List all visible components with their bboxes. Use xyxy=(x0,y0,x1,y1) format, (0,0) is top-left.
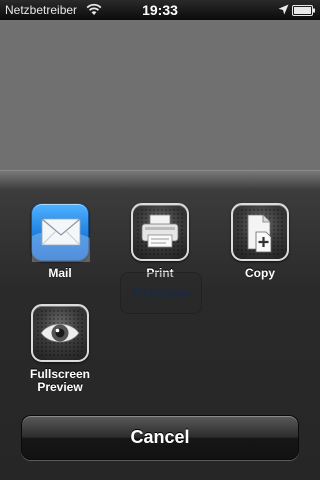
status-bar: Netzbetreiber 19:33 xyxy=(0,0,320,20)
preview-button[interactable]: Preview xyxy=(120,272,202,314)
copy-action[interactable]: Copy xyxy=(220,203,300,280)
printer-icon xyxy=(131,203,189,261)
fullscreen-preview-action[interactable]: Fullscreen Preview xyxy=(20,304,100,394)
mail-action[interactable]: Mail xyxy=(20,203,100,280)
fullscreen-preview-label: Fullscreen Preview xyxy=(29,367,91,394)
dimmed-background xyxy=(0,20,320,170)
eye-icon xyxy=(31,304,89,362)
mail-envelope-icon xyxy=(31,203,90,262)
battery-icon xyxy=(292,5,316,19)
status-clock: 19:33 xyxy=(142,2,178,18)
cancel-button[interactable]: Cancel xyxy=(21,415,299,460)
location-arrow-icon xyxy=(278,4,289,18)
print-action[interactable]: Print xyxy=(120,203,200,280)
copy-document-icon xyxy=(231,203,289,261)
mail-label: Mail xyxy=(48,266,72,280)
copy-label: Copy xyxy=(245,266,275,280)
